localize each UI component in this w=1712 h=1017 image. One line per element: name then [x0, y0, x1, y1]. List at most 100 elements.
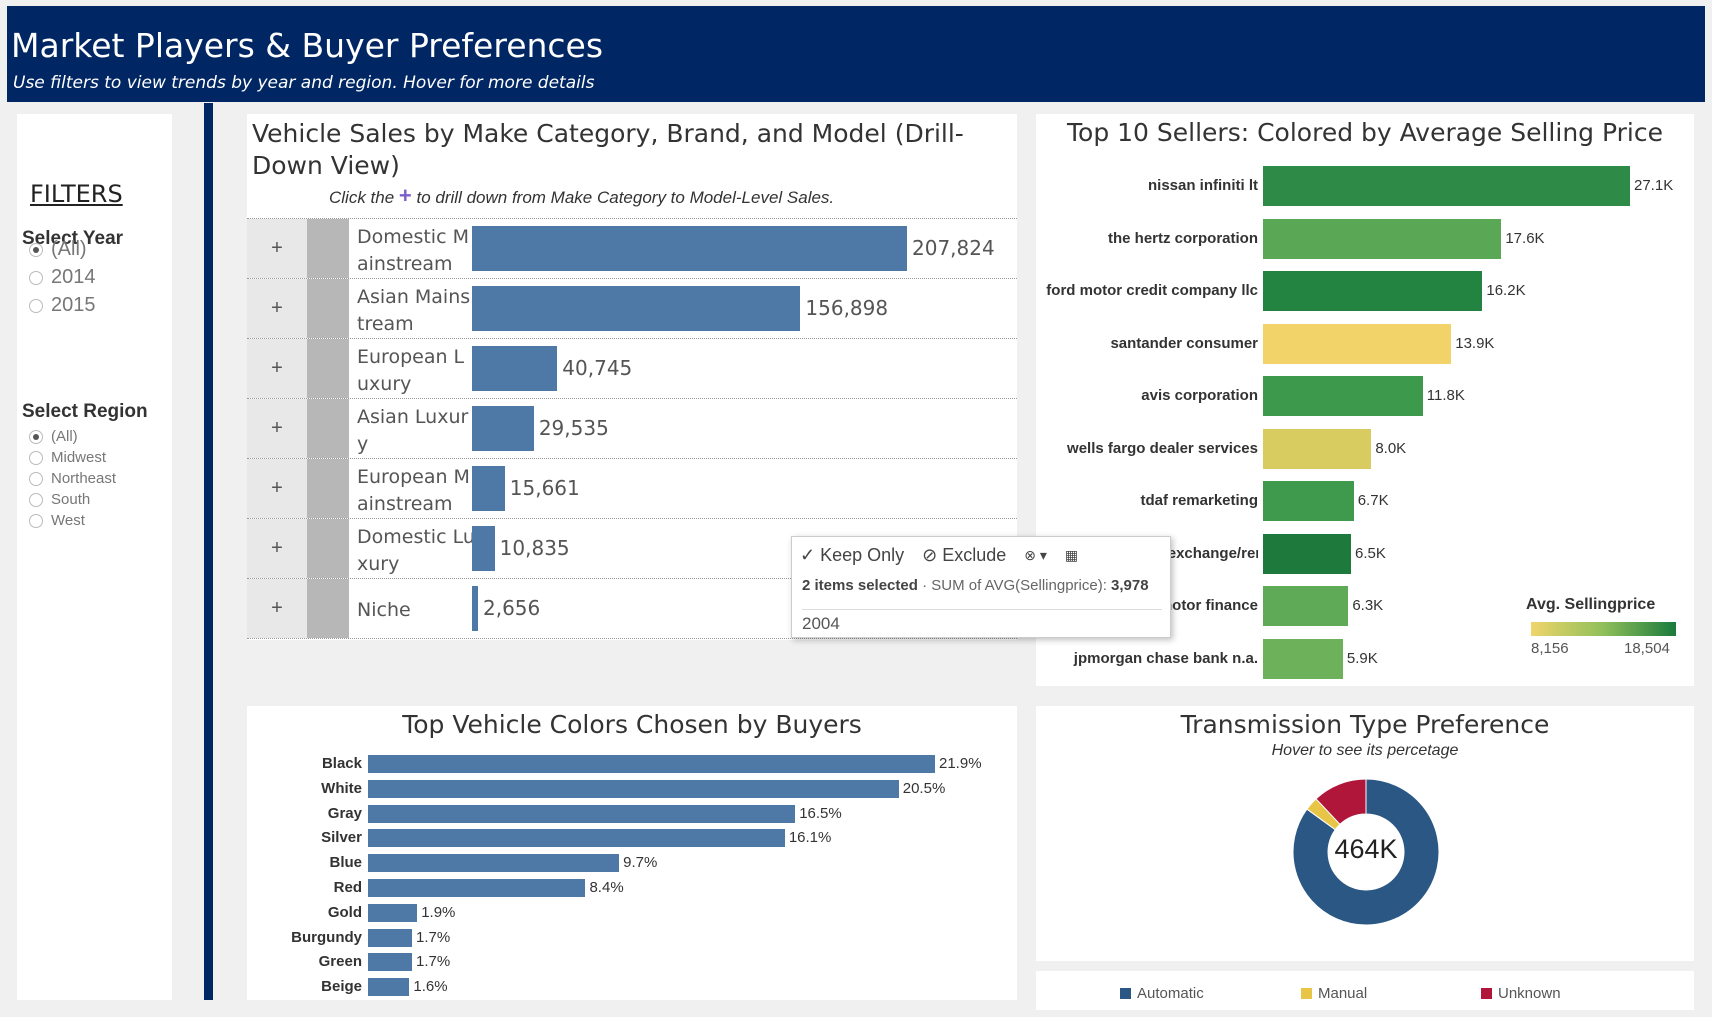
expand-button[interactable]: + [247, 579, 307, 638]
expand-button[interactable]: + [247, 219, 307, 278]
colors-chart: Black 21.9% White 20.5% Gray 16.5% Silver 16.1%… [247, 754, 1017, 1000]
sales-bar[interactable] [472, 406, 534, 451]
color-bar[interactable] [368, 903, 418, 922]
radio-icon[interactable] [29, 242, 43, 257]
exclude-button[interactable]: ⊘ Exclude [922, 545, 1006, 566]
region-option-label: (All) [51, 428, 78, 445]
expand-button[interactable]: + [247, 339, 307, 398]
seller-bar[interactable] [1263, 533, 1352, 574]
radio-icon[interactable] [29, 450, 43, 465]
seller-bar[interactable] [1263, 218, 1502, 259]
color-row: Green 1.7% [247, 952, 1017, 972]
radio-icon[interactable] [29, 471, 43, 486]
legend-swatch [1120, 988, 1131, 999]
dashboard-header: Market Players & Buyer Preferences Use f… [7, 6, 1705, 102]
color-value: 1.6% [413, 978, 448, 996]
year-option[interactable]: 2014 [29, 266, 96, 289]
sellers-legend-min: 8,156 [1531, 640, 1569, 657]
keep-only-button[interactable]: ✓ Keep Only [800, 545, 904, 566]
radio-icon[interactable] [29, 429, 43, 444]
row-header-cell [307, 339, 349, 398]
color-bar[interactable] [368, 804, 796, 823]
year-option[interactable]: (All) [29, 238, 87, 261]
sales-value: 40,745 [562, 356, 633, 380]
sales-bar[interactable] [472, 286, 801, 331]
region-option[interactable]: Northeast [29, 470, 116, 487]
transmission-subtitle: Hover to see its percetage [1271, 742, 1459, 759]
radio-icon[interactable] [29, 513, 43, 528]
color-bar[interactable] [368, 879, 586, 897]
expand-button[interactable]: + [247, 399, 307, 458]
dashboard-subtitle: Use filters to view trends by year and r… [13, 73, 595, 93]
seller-bar[interactable] [1263, 323, 1452, 364]
region-option[interactable]: Midwest [29, 449, 106, 466]
year-option[interactable]: 2015 [29, 294, 96, 317]
legend-swatch [1481, 988, 1492, 999]
group-icon[interactable]: ⊗ ▾ [1024, 547, 1047, 564]
plus-icon: + [398, 183, 412, 208]
seller-value: 17.6K [1505, 229, 1545, 247]
legend-item-unknown[interactable]: Unknown [1481, 985, 1561, 1002]
radio-icon[interactable] [29, 492, 43, 507]
drilldown-row: + European Luxury 40,745 [247, 338, 1017, 398]
region-option-label: South [51, 491, 91, 508]
seller-value: 5.9K [1346, 649, 1378, 667]
color-bar[interactable] [368, 779, 899, 798]
seller-row: tdaf remarketing 6.7K [1036, 481, 1694, 521]
seller-bar[interactable] [1263, 586, 1349, 626]
colors-title: Top Vehicle Colors Chosen by Buyers [402, 710, 862, 739]
tooltip-measure-label: SUM of AVG(Sellingprice): [931, 577, 1107, 594]
color-bar[interactable] [368, 928, 412, 947]
color-bar[interactable] [368, 829, 785, 848]
radio-icon[interactable] [29, 270, 43, 285]
color-row: Blue 9.7% [247, 853, 1017, 873]
radio-icon[interactable] [29, 298, 43, 313]
legend-item-manual[interactable]: Manual [1301, 985, 1367, 1002]
tooltip-measure-value: 3,978 [1111, 577, 1149, 594]
drilldown-subtitle-pre: Click the [329, 188, 395, 207]
color-bar[interactable] [368, 755, 935, 773]
filters-title: FILTERS [30, 180, 123, 208]
color-name: Black [321, 755, 362, 772]
region-option-label: West [51, 512, 85, 529]
expand-button[interactable]: + [247, 279, 307, 338]
seller-bar[interactable] [1263, 271, 1483, 311]
color-name: Red [333, 879, 362, 896]
expand-button[interactable]: + [247, 519, 307, 578]
sales-bar[interactable] [472, 466, 505, 511]
expand-button[interactable]: + [247, 459, 307, 518]
color-row: White 20.5% [247, 779, 1017, 799]
region-option[interactable]: South [29, 491, 90, 508]
color-bar[interactable] [368, 854, 620, 873]
seller-row: nissan infiniti lt 27.1K [1036, 166, 1694, 206]
seller-bar[interactable] [1263, 638, 1343, 679]
region-option[interactable]: (All) [29, 428, 78, 445]
region-option[interactable]: West [29, 512, 85, 529]
color-name: Burgundy [291, 928, 362, 946]
color-bar[interactable] [368, 978, 410, 997]
seller-bar[interactable] [1263, 481, 1354, 521]
color-name: Gold [327, 903, 362, 921]
sales-bar[interactable] [472, 586, 478, 631]
drilldown-subtitle-post: to drill down from Make Category to Mode… [416, 188, 835, 207]
seller-bar[interactable] [1263, 376, 1423, 416]
view-data-icon[interactable]: ▦ [1065, 547, 1078, 564]
make-category-label: European Luxury [357, 346, 465, 395]
make-category-label: Domestic Luxury [357, 526, 475, 575]
tooltip-info: 2 items selected · SUM of AVG(Sellingpri… [802, 577, 1149, 594]
color-row: Gold 1.9% [247, 903, 1017, 923]
seller-bar[interactable] [1263, 428, 1372, 469]
sales-value: 156,898 [805, 296, 889, 320]
sellers-legend-gradient [1531, 622, 1676, 636]
sales-bar[interactable] [472, 526, 495, 571]
color-name: Blue [329, 854, 362, 872]
tooltip-separator: · [922, 577, 932, 594]
sellers-legend-max: 18,504 [1624, 640, 1670, 657]
legend-item-automatic[interactable]: Automatic [1120, 985, 1204, 1002]
sellers-title: Top 10 Sellers: Colored by Average Selli… [1067, 118, 1663, 147]
sales-bar[interactable] [472, 226, 907, 271]
seller-bar[interactable] [1263, 166, 1630, 206]
make-category-label: Asian Luxury [357, 406, 469, 455]
sales-bar[interactable] [472, 346, 558, 391]
color-bar[interactable] [368, 953, 412, 972]
